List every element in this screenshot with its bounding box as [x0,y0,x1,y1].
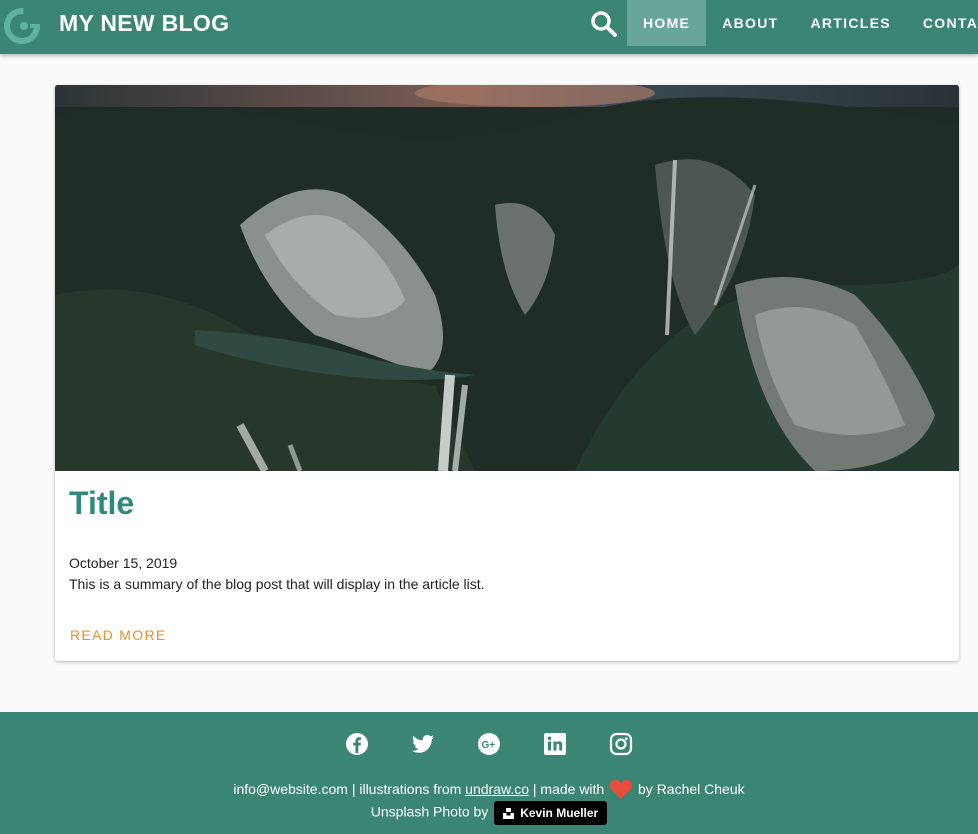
search-icon[interactable] [590,10,618,38]
photo-credit: Unsplash Photo by Kevin Mueller [0,801,978,825]
nav-home[interactable]: HOME [627,0,707,46]
svg-text:G+: G+ [482,740,496,751]
footer-made-with: | made with [529,781,609,797]
linkedin-icon[interactable] [543,732,567,756]
photographer-badge[interactable]: Kevin Mueller [494,801,608,825]
logo-icon[interactable] [4,6,44,46]
nav-contact[interactable]: CONTACT [907,0,978,46]
twitter-icon[interactable] [411,732,435,756]
photo-credit-label: Unsplash Photo by [370,803,489,820]
navbar: MY NEW BLOG HOME ABOUT ARTICLES CONTACT [0,0,978,54]
nav-articles[interactable]: ARTICLES [794,0,906,46]
unsplash-icon [503,807,515,819]
article-date: October 15, 2019 [69,555,178,571]
site-brand[interactable]: MY NEW BLOG [59,0,229,46]
social-links: G+ [0,732,978,756]
heart-icon [609,779,633,799]
article-summary: This is a summary of the blog post that … [69,576,485,592]
photographer-name: Kevin Mueller [520,806,599,820]
footer-email[interactable]: info@website.com [233,781,348,797]
google-plus-icon[interactable]: G+ [477,732,501,756]
read-more-button[interactable]: READ MORE [70,627,167,643]
footer-credits: info@website.com | illustrations from un… [0,779,978,799]
footer-illustrations-text: | illustrations from [347,781,466,797]
hero-image[interactable] [55,85,959,471]
footer-author: by Rachel Cheuk [634,781,745,797]
undraw-link[interactable]: undraw.co [465,781,529,797]
facebook-icon[interactable] [345,732,369,756]
nav-about[interactable]: ABOUT [706,0,794,46]
footer: G+ info@website.com | illustrations from… [0,712,978,834]
instagram-icon[interactable] [609,732,633,756]
article-card: Title October 15, 2019 This is a summary… [55,85,959,661]
main-nav: HOME ABOUT ARTICLES CONTACT [627,0,978,46]
article-title[interactable]: Title [69,485,134,522]
